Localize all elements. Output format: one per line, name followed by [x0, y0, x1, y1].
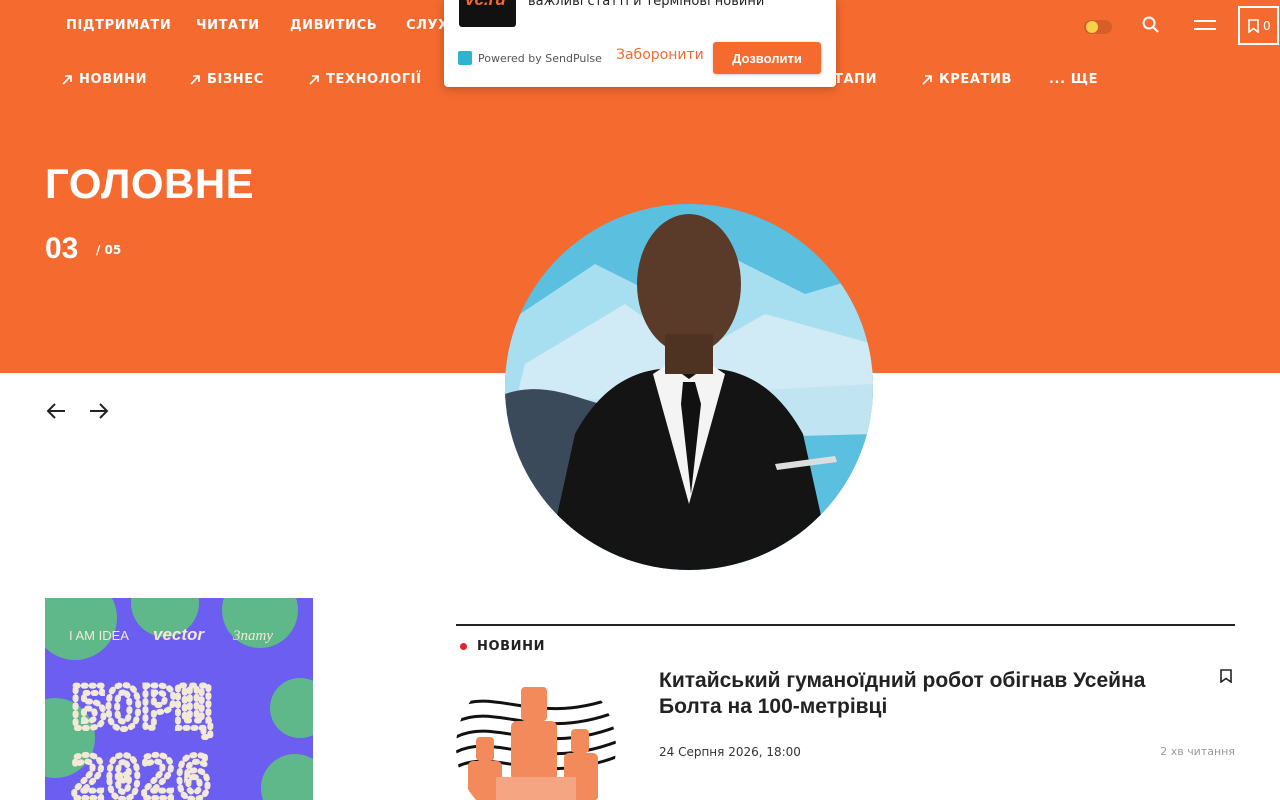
ad-brand-vector: vector: [153, 625, 205, 644]
moon-icon: [1086, 21, 1098, 33]
news-divider: [456, 624, 1235, 626]
search-icon[interactable]: [1142, 16, 1164, 38]
vc-logo-text: vc.ru: [465, 0, 506, 10]
nav-read[interactable]: ЧИТАТИ: [196, 18, 260, 33]
deny-button[interactable]: Заборонити: [616, 47, 704, 63]
powered-by: Powered by SendPulse: [458, 51, 602, 65]
category-news[interactable]: НОВИНИ: [62, 72, 147, 87]
theme-toggle[interactable]: [1084, 20, 1112, 34]
arrow-left-icon: [46, 403, 65, 419]
slide-total-number: / 05: [96, 243, 122, 257]
news-category-link[interactable]: НОВИНИ: [460, 639, 545, 654]
popup-message: важливі статті й термінові новини: [528, 0, 765, 9]
category-more[interactable]: ... ЩЕ: [1049, 72, 1098, 87]
category-dot: [460, 643, 467, 650]
bookmark-icon: [1248, 19, 1259, 33]
nav-support[interactable]: ПІДТРИМАТИ: [66, 18, 171, 33]
bookmark-count: 0: [1263, 19, 1271, 33]
ad-banner[interactable]: I AM IDEA vector 3namy БОРЩ 2026: [45, 598, 313, 800]
bookmarks-button[interactable]: 0: [1238, 6, 1279, 45]
prev-slide-button[interactable]: [45, 400, 71, 424]
ad-title-line1: БОРЩ: [71, 674, 211, 742]
news-bookmark-icon[interactable]: [1220, 668, 1236, 686]
vc-logo: vc.ru: [459, 0, 516, 27]
news-date: 24 Серпня 2026, 18:00: [659, 745, 801, 759]
news-read-time: 2 хв читання: [1160, 745, 1235, 758]
nav-watch[interactable]: ДИВИТИСЬ: [290, 18, 377, 33]
next-slide-button[interactable]: [88, 400, 114, 424]
news-category-label: НОВИНИ: [477, 639, 546, 654]
arrow-right-icon: [90, 403, 109, 419]
category-business[interactable]: БІЗНЕС: [190, 72, 264, 87]
category-technology[interactable]: ТЕХНОЛОГІЇ: [309, 72, 422, 87]
menu-icon[interactable]: [1194, 17, 1218, 37]
ad-title-line2: 2026: [71, 744, 211, 800]
category-more-label: ... ЩЕ: [1049, 72, 1099, 87]
category-news-label: НОВИНИ: [79, 72, 148, 87]
arrow-up-right-icon: [922, 74, 932, 85]
category-creative-label: КРЕАТИВ: [939, 72, 1012, 87]
page: ПІДТРИМАТИ ЧИТАТИ ДИВИТИСЬ СЛУХА 0 НОВИН…: [0, 0, 1280, 800]
push-notification-popup: vc.ru важливі статті й термінові новини …: [444, 0, 836, 87]
ad-brand-iamidea: I AM IDEA: [69, 628, 129, 643]
powered-by-text: Powered by SendPulse: [478, 51, 602, 65]
arrow-up-right-icon: [62, 74, 72, 85]
allow-button[interactable]: Дозволити: [713, 42, 821, 74]
ad-brand-znamy: 3namy: [232, 628, 273, 644]
category-startups[interactable]: ТАПИ: [834, 72, 877, 87]
category-business-label: БІЗНЕС: [207, 72, 264, 87]
slide-current-number: 03: [45, 232, 79, 265]
news-thumbnail[interactable]: [456, 667, 616, 800]
category-startups-label: ТАПИ: [834, 72, 878, 87]
category-creative[interactable]: КРЕАТИВ: [922, 72, 1012, 87]
news-headline[interactable]: Китайський гуманоїдний робот обігнав Усе…: [659, 668, 1199, 720]
sendpulse-icon: [458, 51, 472, 65]
category-technology-label: ТЕХНОЛОГІЇ: [326, 72, 422, 87]
page-title: ГОЛОВНЕ: [45, 160, 255, 207]
featured-portrait-image[interactable]: [505, 204, 873, 570]
arrow-up-right-icon: [309, 74, 319, 85]
arrow-up-right-icon: [190, 74, 200, 85]
